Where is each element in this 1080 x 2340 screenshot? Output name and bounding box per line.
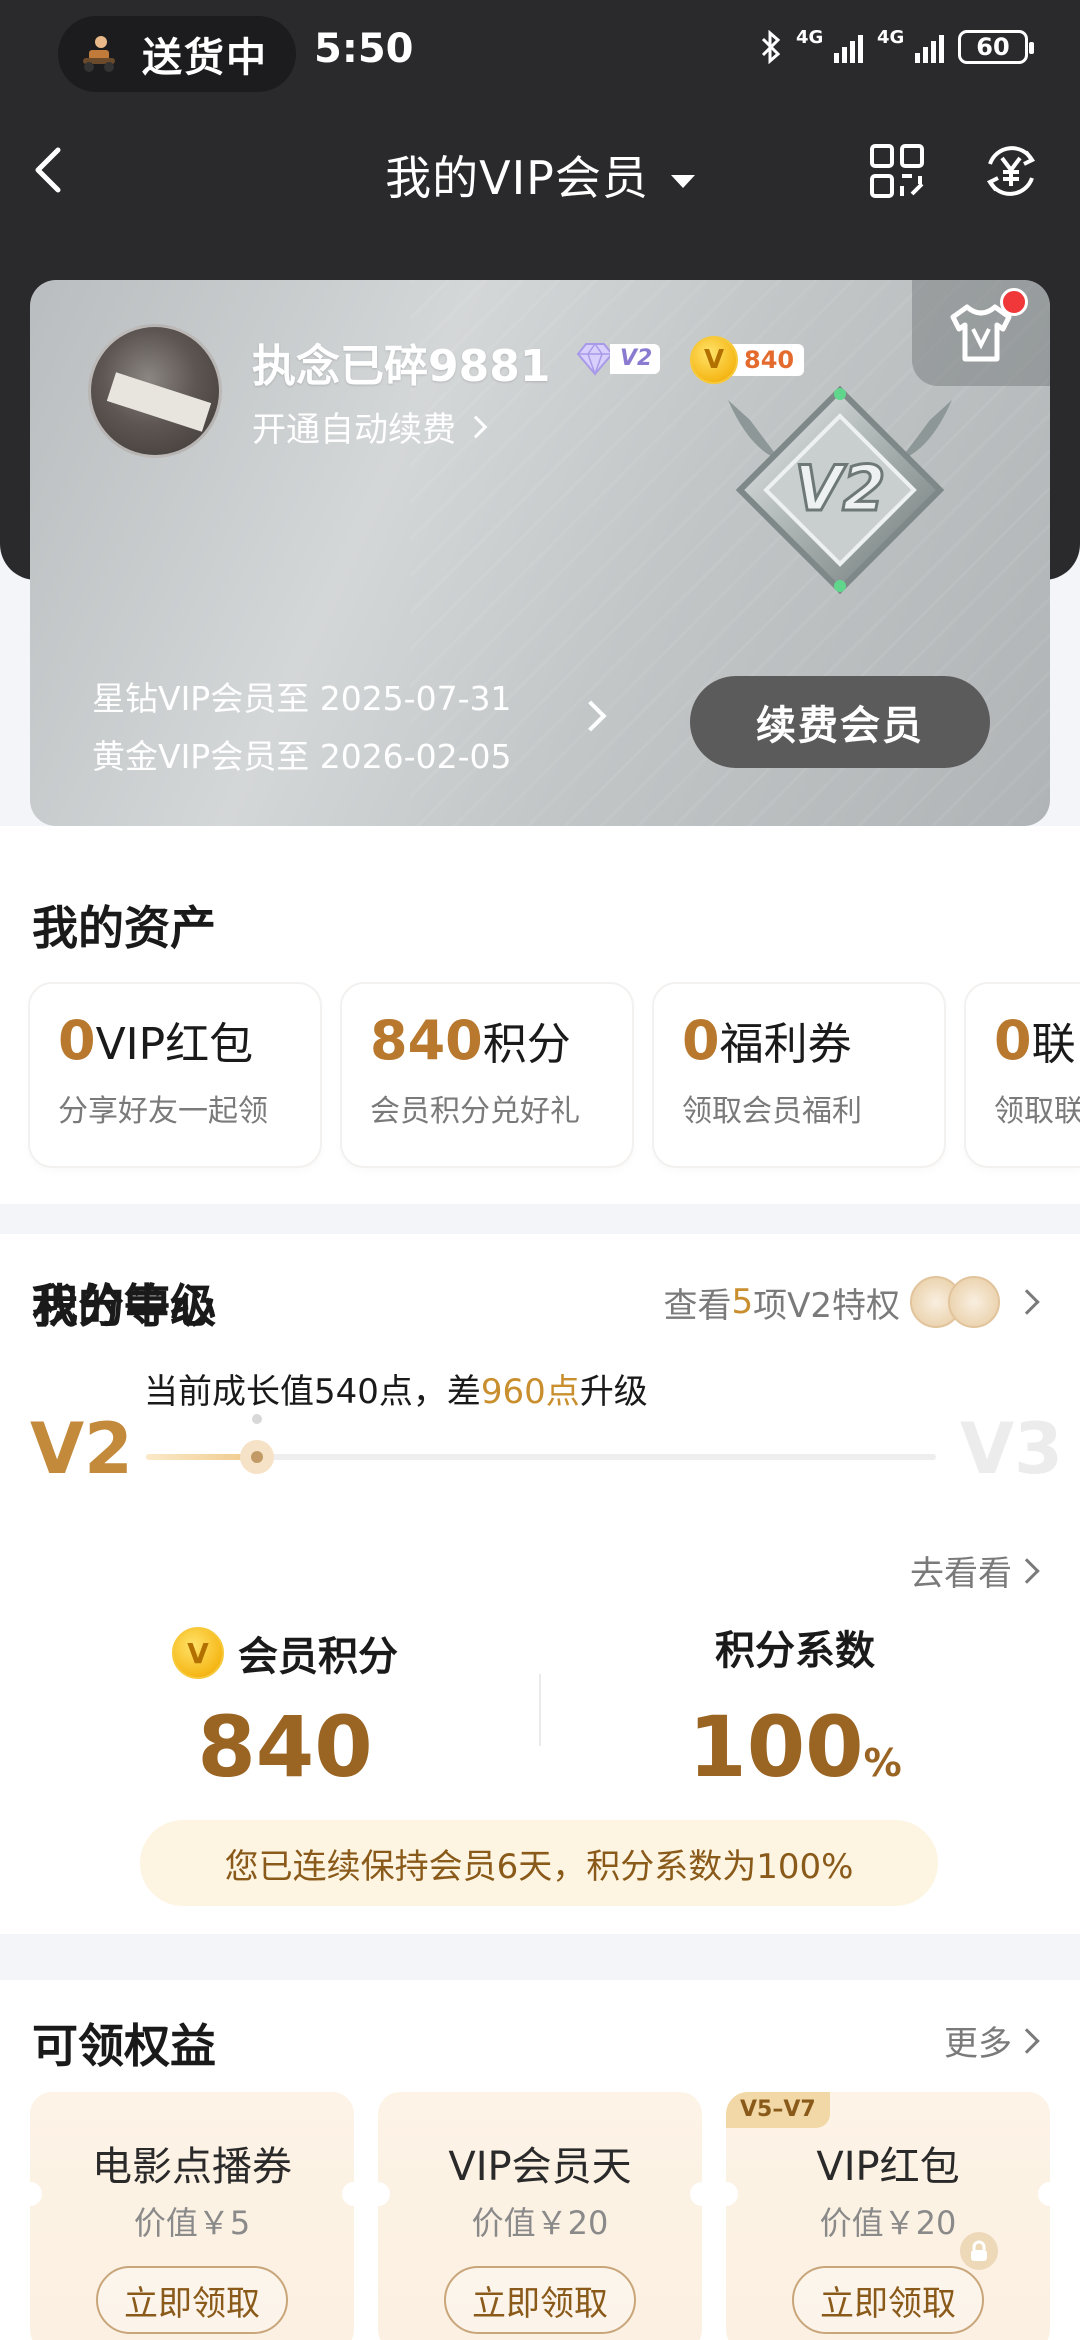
points-center-link[interactable]: 去看看 [910,1546,1040,1595]
benefits-section: 可领权益 更多 电影点播券 价值￥5 立即领取 VIP会员天 价值￥20 立即领… [0,1980,1080,2340]
membership-streak-notice: 您已连续保持会员6天，积分系数为100% [140,1820,938,1906]
svg-text:V2: V2 [794,452,885,525]
divider [539,1674,541,1746]
asset-card-points[interactable]: 840积分 会员积分兑好礼 [342,984,632,1166]
delivery-rider-icon [78,33,120,75]
membership-expiry[interactable]: 星钻VIP会员至 2025-07-31 黄金VIP会员至 2026-02-05 [92,670,511,786]
level-progress-bar [146,1414,936,1474]
growth-value-text: 当前成长值540点，差960点升级 [144,1372,648,1412]
privilege-icons [910,1276,1012,1328]
points-badge[interactable]: V 840 [690,336,805,384]
assets-title: 我的资产 [32,901,216,955]
avatar[interactable] [88,324,222,458]
level-progress-knob [239,1440,274,1474]
renew-membership-button[interactable]: 续费会员 [690,676,990,768]
view-privileges-link[interactable]: 查看 5 项V2特权 [663,1276,1040,1328]
level-section: 我的等级 查看 5 项V2特权 当前成长值540点，差960点升级 V2 V3 积分… [0,1234,1080,1934]
signal-strength-icon-2: 4G [877,29,944,63]
caret-down-icon [670,175,695,188]
more-benefits-link[interactable]: 更多 [944,2016,1040,2065]
expiry-star-diamond: 星钻VIP会员至 2025-07-31 [92,679,512,718]
benefit-card-red-packet[interactable]: V5–V7 VIP红包 价值￥20 立即领取 [726,2092,1050,2340]
progress-marker-dot [251,1414,262,1424]
bluetooth-icon [761,30,781,64]
v-coin-icon: V [172,1627,224,1679]
v-coin-icon: V [690,336,738,384]
yuan-exchange-icon[interactable] [980,140,1042,202]
benefit-card-movie[interactable]: 电影点播券 价值￥5 立即领取 [30,2092,354,2340]
chevron-right-icon [1014,1557,1040,1584]
points-center-title: 积分中心 [32,1279,216,1333]
current-level-label: V2 [30,1408,133,1490]
signal-strength-icon: 4G [796,29,863,63]
lock-icon [960,2232,998,2270]
chevron-right-icon [464,415,488,438]
member-points-block[interactable]: V 会员积分 840 [80,1624,490,1796]
benefits-title: 可领权益 [32,2019,216,2073]
points-coefficient-block: 积分系数 100% [688,1628,902,1796]
auto-renew-link[interactable]: 开通自动续费 [252,402,488,451]
vip-membership-card: 执念已碎9881 V2 V 840 开通自动续费 V2 星钻VIP会员至 202… [30,280,1050,826]
delivery-status-pill[interactable]: 送货中 [58,16,296,92]
vip-level-badge[interactable]: V2 [574,338,661,380]
member-points-value: 840 [197,1698,373,1796]
qr-code-icon[interactable] [868,142,926,200]
claim-button[interactable]: 立即领取 [96,2266,288,2334]
asset-card-partial[interactable]: 0联 领取联 [966,984,1080,1166]
claim-button[interactable]: 立即领取 [792,2266,984,2334]
page-title: 我的VIP会员 [385,151,649,205]
battery-icon: 60 [958,30,1034,64]
benefit-card-vip-days[interactable]: VIP会员天 价值￥20 立即领取 [378,2092,702,2340]
privilege-icon [948,1276,1000,1328]
assets-section: 我的资产 0VIP红包 分享好友一起领 840积分 会员积分兑好礼 0福利券 领… [0,826,1080,1204]
next-level-label: V3 [960,1408,1063,1490]
username: 执念已碎9881 [252,341,551,392]
chevron-right-icon [1014,2027,1040,2054]
navigation-bar: 我的VIP会员 [0,120,1080,220]
level-range-tag: V5–V7 [726,2092,830,2128]
clock: 5:50 [314,26,414,72]
notification-dot [1000,288,1028,316]
claim-button[interactable]: 立即领取 [444,2266,636,2334]
expiry-gold: 黄金VIP会员至 2026-02-05 [92,737,512,776]
asset-card-coupons[interactable]: 0福利券 领取会员福利 [654,984,944,1166]
status-bar: 送货中 5:50 4G 4G 60 [0,0,1080,108]
outfit-button[interactable] [912,280,1050,386]
chevron-right-icon [1014,1289,1040,1315]
delivery-status-text: 送货中 [142,35,268,81]
system-icons: 4G 4G 60 [760,29,1034,64]
asset-card-red-packet[interactable]: 0VIP红包 分享好友一起领 [30,984,320,1166]
v2-level-emblem-icon: V2 [728,385,952,595]
